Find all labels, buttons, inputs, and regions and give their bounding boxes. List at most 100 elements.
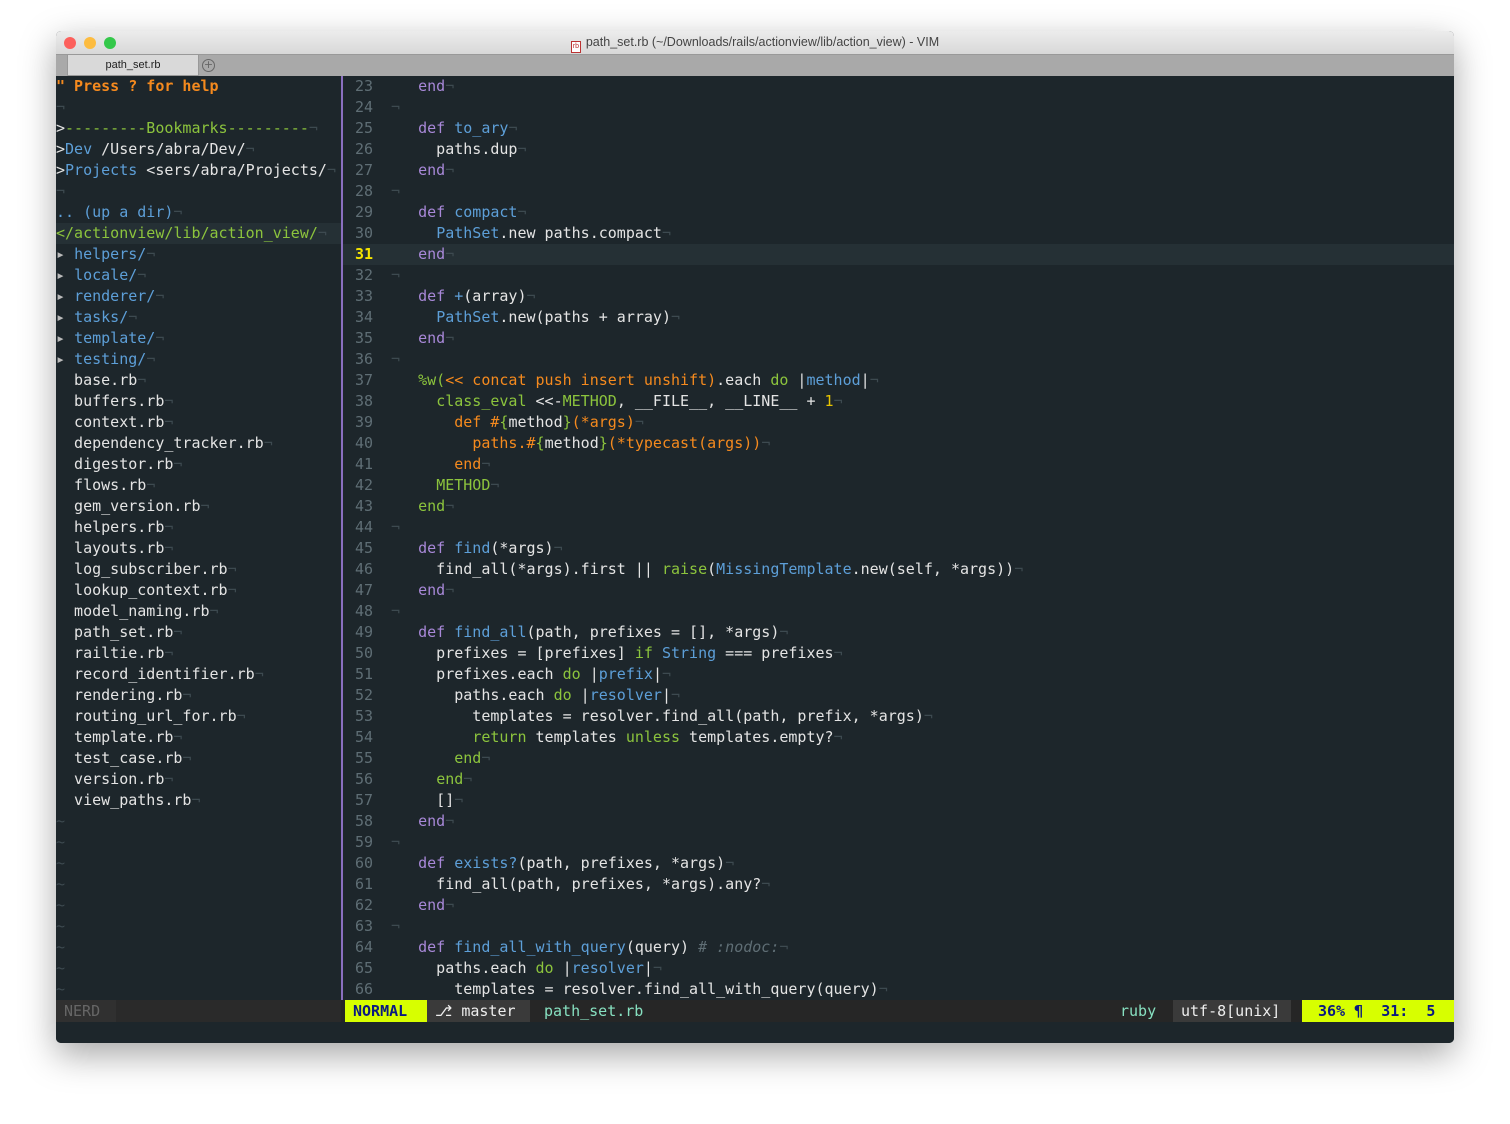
tree-row[interactable]: ¬ — [56, 97, 341, 118]
tree-row[interactable]: lookup_context.rb¬ — [56, 580, 341, 601]
tree-text: ▸ — [56, 266, 75, 284]
tree-text: layouts.rb — [56, 539, 165, 557]
tree-row[interactable]: layouts.rb¬ — [56, 538, 341, 559]
code-line[interactable]: 62 end¬ — [343, 895, 1454, 916]
code-line[interactable]: 49 def find_all(path, prefixes = [], *ar… — [343, 622, 1454, 643]
code-line[interactable]: 35 end¬ — [343, 328, 1454, 349]
code-line[interactable]: 54 return templates unless templates.emp… — [343, 727, 1454, 748]
code-token: # :nodoc: — [698, 938, 780, 956]
code-line[interactable]: 46 find_all(*args).first || raise(Missin… — [343, 559, 1454, 580]
code-line[interactable]: 59 ¬ — [343, 832, 1454, 853]
code-line[interactable]: 52 paths.each do |resolver|¬ — [343, 685, 1454, 706]
eol-marker: ¬ — [173, 623, 183, 641]
tree-row[interactable]: >Projects <sers/abra/Projects/¬ — [56, 160, 341, 181]
tree-row[interactable]: helpers.rb¬ — [56, 517, 341, 538]
tree-row[interactable]: buffers.rb¬ — [56, 391, 341, 412]
tree-row[interactable]: digestor.rb¬ — [56, 454, 341, 475]
code-line[interactable]: 38 class_eval <<-METHOD, __FILE__, __LIN… — [343, 391, 1454, 412]
close-button[interactable] — [64, 37, 76, 49]
tree-row[interactable]: ▸ testing/¬ — [56, 349, 341, 370]
code-line[interactable]: 48 ¬ — [343, 601, 1454, 622]
tree-row[interactable]: >---------Bookmarks---------¬ — [56, 118, 341, 139]
code-line[interactable]: 65 paths.each do |resolver|¬ — [343, 958, 1454, 979]
tree-row[interactable]: record_identifier.rb¬ — [56, 664, 341, 685]
tab-path-set[interactable]: path_set.rb — [67, 55, 199, 76]
tree-row[interactable]: model_naming.rb¬ — [56, 601, 341, 622]
code-line[interactable]: 66 templates = resolver.find_all_with_qu… — [343, 979, 1454, 1000]
code-line[interactable]: 43 end¬ — [343, 496, 1454, 517]
window-title: path_set.rb (~/Downloads/rails/actionvie… — [585, 35, 940, 49]
code-line[interactable]: 27 end¬ — [343, 160, 1454, 181]
code-token: method — [806, 371, 861, 389]
tree-row[interactable]: rendering.rb¬ — [56, 685, 341, 706]
code-line[interactable]: 64 def find_all_with_query(query) # :nod… — [343, 937, 1454, 958]
tree-row[interactable]: </actionview/lib/action_view/¬ — [56, 223, 341, 244]
code-line[interactable]: 31 end¬ — [343, 244, 1454, 265]
command-line[interactable] — [56, 1022, 1454, 1043]
tree-row[interactable]: log_subscriber.rb¬ — [56, 559, 341, 580]
tree-row[interactable]: ¬ — [56, 181, 341, 202]
code-line[interactable]: 33 def +(array)¬ — [343, 286, 1454, 307]
code-line[interactable]: 28 ¬ — [343, 181, 1454, 202]
code-line[interactable]: 60 def exists?(path, prefixes, *args)¬ — [343, 853, 1454, 874]
new-tab-button[interactable]: + — [202, 59, 215, 72]
code-line[interactable]: 29 def compact¬ — [343, 202, 1454, 223]
code-token: (path, prefixes, *args) — [517, 854, 726, 872]
tree-row[interactable]: view_paths.rb¬ — [56, 790, 341, 811]
code-line[interactable]: 57 []¬ — [343, 790, 1454, 811]
zoom-button[interactable] — [104, 37, 116, 49]
tree-row[interactable]: railtie.rb¬ — [56, 643, 341, 664]
code-line[interactable]: 34 PathSet.new(paths + array)¬ — [343, 307, 1454, 328]
code-line[interactable]: 32 ¬ — [343, 265, 1454, 286]
code-line[interactable]: 51 prefixes.each do |prefix|¬ — [343, 664, 1454, 685]
code-line[interactable]: 36 ¬ — [343, 349, 1454, 370]
code-line[interactable]: 24 ¬ — [343, 97, 1454, 118]
tree-text: > — [56, 161, 66, 179]
code-line[interactable]: 47 end¬ — [343, 580, 1454, 601]
tree-row[interactable]: base.rb¬ — [56, 370, 341, 391]
code-line[interactable]: 25 def to_ary¬ — [343, 118, 1454, 139]
tilde-row: ~ — [56, 916, 341, 937]
code-line[interactable]: 39 def #{method}(*args)¬ — [343, 412, 1454, 433]
tree-row[interactable]: template.rb¬ — [56, 727, 341, 748]
code-line[interactable]: 53 templates = resolver.find_all(path, p… — [343, 706, 1454, 727]
code-line[interactable]: 56 end¬ — [343, 769, 1454, 790]
tree-row[interactable]: test_case.rb¬ — [56, 748, 341, 769]
code-line[interactable]: 44 ¬ — [343, 517, 1454, 538]
tree-row[interactable]: gem_version.rb¬ — [56, 496, 341, 517]
eol-marker: ¬ — [391, 350, 401, 368]
code-line[interactable]: 26 paths.dup¬ — [343, 139, 1454, 160]
tree-row[interactable]: context.rb¬ — [56, 412, 341, 433]
code-line[interactable]: 30 PathSet.new paths.compact¬ — [343, 223, 1454, 244]
minimize-button[interactable] — [84, 37, 96, 49]
tree-row[interactable]: ▸ locale/¬ — [56, 265, 341, 286]
tree-row[interactable]: flows.rb¬ — [56, 475, 341, 496]
code-line[interactable]: 42 METHOD¬ — [343, 475, 1454, 496]
code-line[interactable]: 37 %w(<< concat push insert unshift).eac… — [343, 370, 1454, 391]
tree-row[interactable]: " Press ? for help — [56, 76, 341, 97]
code-line[interactable]: 40 paths.#{method}(*typecast(args))¬ — [343, 433, 1454, 454]
tree-row[interactable]: ▸ renderer/¬ — [56, 286, 341, 307]
tree-row[interactable]: dependency_tracker.rb¬ — [56, 433, 341, 454]
tree-row[interactable]: path_set.rb¬ — [56, 622, 341, 643]
eol-marker: ¬ — [833, 644, 843, 662]
code-line[interactable]: 41 end¬ — [343, 454, 1454, 475]
code-line[interactable]: 58 end¬ — [343, 811, 1454, 832]
code-line[interactable]: 63 ¬ — [343, 916, 1454, 937]
tree-row[interactable]: routing_url_for.rb¬ — [56, 706, 341, 727]
tree-row[interactable]: ▸ helpers/¬ — [56, 244, 341, 265]
code-line[interactable]: 55 end¬ — [343, 748, 1454, 769]
tree-row[interactable]: version.rb¬ — [56, 769, 341, 790]
code-line[interactable]: 45 def find(*args)¬ — [343, 538, 1454, 559]
tree-row[interactable]: ▸ tasks/¬ — [56, 307, 341, 328]
code-line[interactable]: 23 end¬ — [343, 76, 1454, 97]
tree-row[interactable]: ▸ template/¬ — [56, 328, 341, 349]
eol-marker: ¬ — [661, 665, 671, 683]
editor-pane[interactable]: 23 end¬ 24 ¬ 25 def to_ary¬ 26 paths.dup¬ 27… — [343, 76, 1454, 1000]
code-line[interactable]: 50 prefixes = [prefixes] if String === p… — [343, 643, 1454, 664]
tree-row[interactable]: .. (up a dir)¬ — [56, 202, 341, 223]
nerdtree-panel[interactable]: " Press ? for help ¬ >---------Bookmarks--… — [56, 76, 341, 1000]
tree-row[interactable]: >Dev /Users/abra/Dev/¬ — [56, 139, 341, 160]
code-line[interactable]: 61 find_all(path, prefixes, *args).any?¬ — [343, 874, 1454, 895]
